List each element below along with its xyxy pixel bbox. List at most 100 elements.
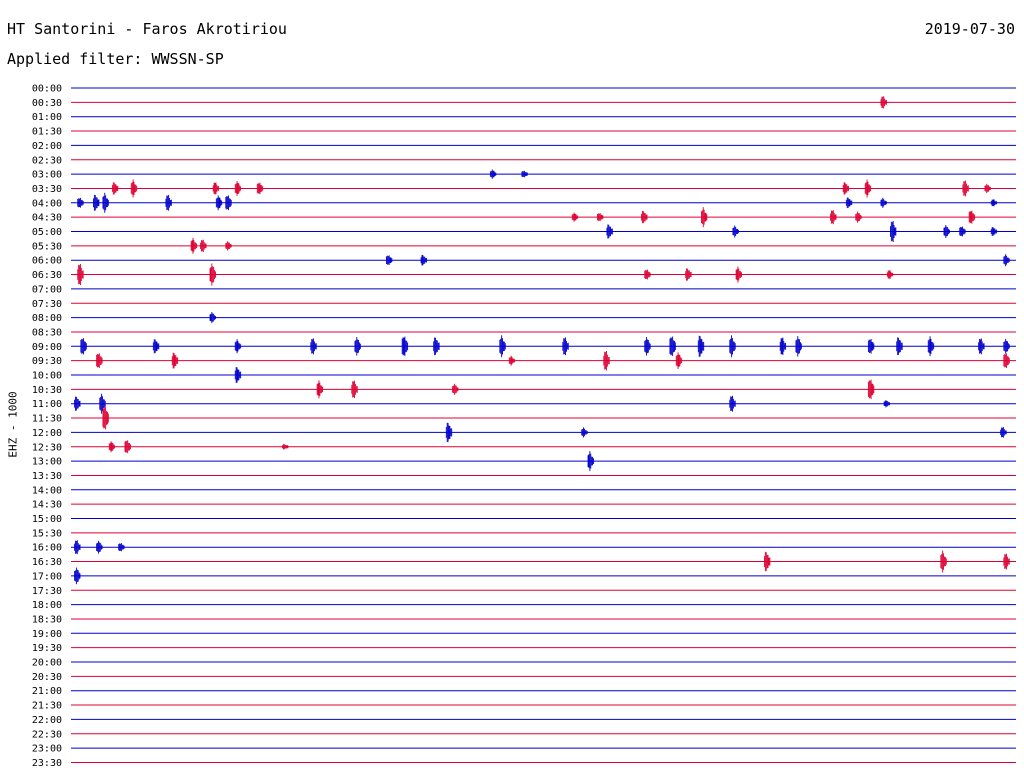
seismic-event	[118, 543, 125, 552]
seismic-event	[420, 254, 427, 266]
time-tick-label: 14:00	[32, 485, 62, 496]
seismic-event	[764, 551, 771, 572]
time-tick-label: 19:30	[32, 643, 62, 654]
time-tick-label: 06:00	[32, 256, 62, 267]
time-tick-label: 12:30	[32, 442, 62, 453]
seismic-event	[200, 239, 207, 253]
seismic-event	[927, 336, 935, 357]
time-tick-label: 05:00	[32, 227, 62, 238]
seismic-event	[310, 338, 317, 355]
time-tick-label: 11:00	[32, 399, 62, 410]
time-tick-label: 02:30	[32, 155, 62, 166]
seismic-event	[234, 181, 242, 196]
time-tick-label: 09:00	[32, 342, 62, 353]
seismic-event	[111, 182, 119, 195]
time-tick-label: 08:00	[32, 313, 62, 324]
seismic-event	[74, 540, 81, 555]
time-tick-label: 04:30	[32, 213, 62, 224]
seismic-event	[445, 422, 453, 443]
seismic-event	[316, 380, 323, 399]
time-tick-label: 22:30	[32, 729, 62, 740]
seismic-event	[729, 335, 736, 358]
time-tick-label: 01:30	[32, 127, 62, 138]
seismic-event	[124, 440, 131, 454]
seismic-event	[697, 335, 705, 357]
seismic-event	[984, 183, 991, 194]
time-tick-label: 16:30	[32, 557, 62, 568]
time-tick-label: 08:30	[32, 327, 62, 338]
time-tick-label: 18:00	[32, 600, 62, 611]
time-tick-label: 06:30	[32, 270, 62, 281]
seismic-events	[74, 96, 1010, 585]
seismic-event	[587, 451, 594, 472]
seismic-event	[165, 194, 172, 211]
time-tick-label: 01:00	[32, 112, 62, 123]
time-tick-label: 21:00	[32, 686, 62, 697]
seismic-event	[890, 220, 897, 243]
seismic-event	[452, 383, 459, 395]
seismic-event	[644, 269, 651, 280]
seismic-event	[943, 225, 950, 238]
seismic-event	[845, 197, 853, 209]
seismic-event	[990, 199, 998, 207]
time-tick-label: 02:00	[32, 141, 62, 152]
seismic-event	[864, 179, 872, 198]
seismic-event	[978, 338, 985, 355]
time-tick-label: 18:30	[32, 614, 62, 625]
seismic-event	[152, 339, 160, 354]
seismic-event	[896, 337, 903, 356]
seismic-event	[234, 367, 242, 383]
time-tick-label: 11:30	[32, 414, 62, 425]
time-tick-label: 03:00	[32, 170, 62, 181]
seismic-event	[990, 227, 998, 236]
time-tick-label: 20:30	[32, 672, 62, 683]
seismic-event	[669, 336, 676, 357]
helicorder-plot: 00:00 00:30 01:00 01:30 02:00 02:30 03:00 03:30…	[32, 84, 1016, 769]
time-tick-label: 10:30	[32, 385, 62, 396]
seismic-event	[883, 400, 890, 408]
time-tick-label: 03:30	[32, 184, 62, 195]
seismic-event	[1000, 427, 1007, 438]
seismic-event	[735, 266, 742, 283]
seismic-event	[234, 339, 242, 354]
seismic-event	[962, 180, 969, 197]
seismic-event	[351, 380, 358, 399]
seismic-event	[959, 226, 966, 237]
time-tick-label: 13:00	[32, 457, 62, 468]
seismic-event	[867, 379, 875, 400]
seismic-event	[74, 567, 81, 585]
seismic-event	[93, 194, 100, 211]
seismic-event	[1003, 338, 1010, 354]
seismic-event	[386, 255, 393, 266]
seismic-event	[886, 270, 894, 279]
seismic-event	[521, 170, 528, 178]
seismic-event	[508, 355, 516, 366]
seismic-event	[880, 96, 887, 109]
seismic-event	[74, 396, 81, 411]
time-tick-labels: 00:00 00:30 01:00 01:30 02:00 02:30 03:00 03:30…	[32, 84, 62, 769]
seismic-event	[489, 169, 497, 179]
seismic-event	[225, 195, 232, 211]
time-tick-label: 07:00	[32, 284, 62, 295]
seismic-event	[940, 550, 947, 573]
seismic-event	[256, 182, 264, 195]
seismic-event	[968, 210, 976, 224]
time-tick-label: 16:00	[32, 543, 62, 554]
seismic-event	[77, 264, 84, 286]
seismic-event	[880, 197, 887, 208]
seismic-event	[77, 197, 84, 208]
time-tick-label: 15:30	[32, 528, 62, 539]
seismic-event	[597, 213, 604, 222]
time-tick-label: 21:30	[32, 701, 62, 712]
seismic-event	[102, 406, 109, 430]
seismic-event	[701, 207, 708, 228]
seismic-event	[209, 312, 216, 324]
seismic-event	[1003, 353, 1010, 368]
seismic-event	[225, 241, 232, 251]
time-tick-label: 23:00	[32, 744, 62, 755]
seismic-event	[581, 427, 588, 438]
seismic-event	[96, 353, 103, 368]
time-tick-label: 10:00	[32, 371, 62, 382]
seismic-event	[830, 210, 837, 225]
time-tick-label: 04:00	[32, 198, 62, 209]
